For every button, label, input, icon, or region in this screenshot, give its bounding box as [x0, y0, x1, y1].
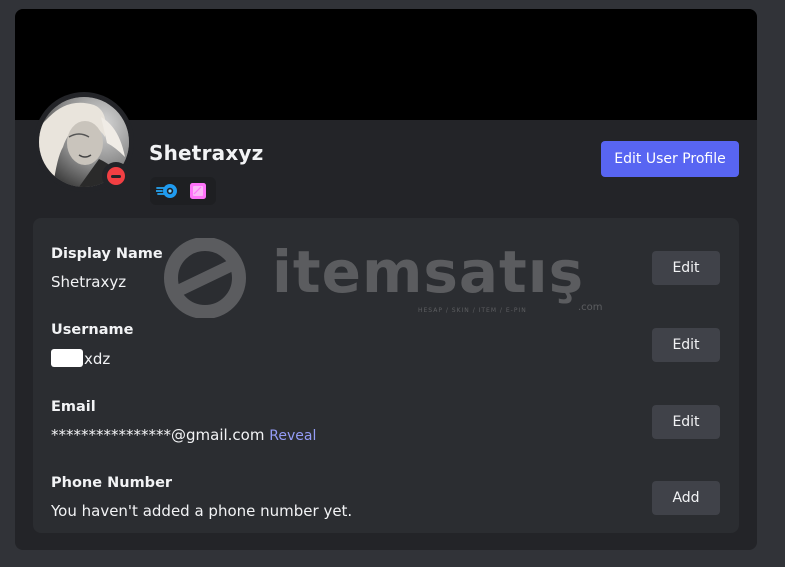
email-label: Email: [51, 399, 96, 415]
watermark-logo-icon: [164, 238, 246, 318]
nitro-icon[interactable]: [156, 182, 178, 200]
edit-email-button[interactable]: Edit: [652, 405, 720, 439]
username-value-suffix: xdz: [84, 350, 111, 368]
edit-display-name-button[interactable]: Edit: [652, 251, 720, 285]
profile-username: Shetraxyz: [149, 141, 264, 165]
redaction-block: [51, 349, 83, 367]
reveal-email-link[interactable]: Reveal: [269, 428, 316, 444]
display-name-value: Shetraxyz: [51, 273, 127, 291]
email-value-row: ****************@gmail.com Reveal: [51, 426, 316, 444]
email-value: ****************@gmail.com: [51, 426, 265, 444]
edit-user-profile-button[interactable]: Edit User Profile: [601, 141, 739, 177]
edit-username-button[interactable]: Edit: [652, 328, 720, 362]
profile-banner: [15, 9, 757, 120]
watermark-domain: .com: [578, 302, 603, 313]
do-not-disturb-icon: [107, 167, 125, 185]
server-boost-icon[interactable]: [189, 182, 207, 200]
username-value: xdz: [51, 349, 110, 368]
display-name-label: Display Name: [51, 246, 163, 262]
watermark-tagline: HESAP / SKIN / ITEM / E-PIN: [418, 307, 527, 314]
phone-number-label: Phone Number: [51, 475, 173, 491]
phone-number-value: You haven't added a phone number yet.: [51, 502, 353, 520]
watermark: itemsatış HESAP / SKIN / ITEM / E-PIN .c…: [150, 238, 620, 318]
watermark-brand: itemsatış: [272, 238, 585, 306]
add-phone-number-button[interactable]: Add: [652, 481, 720, 515]
username-label: Username: [51, 322, 134, 338]
badge-list: [150, 177, 216, 205]
